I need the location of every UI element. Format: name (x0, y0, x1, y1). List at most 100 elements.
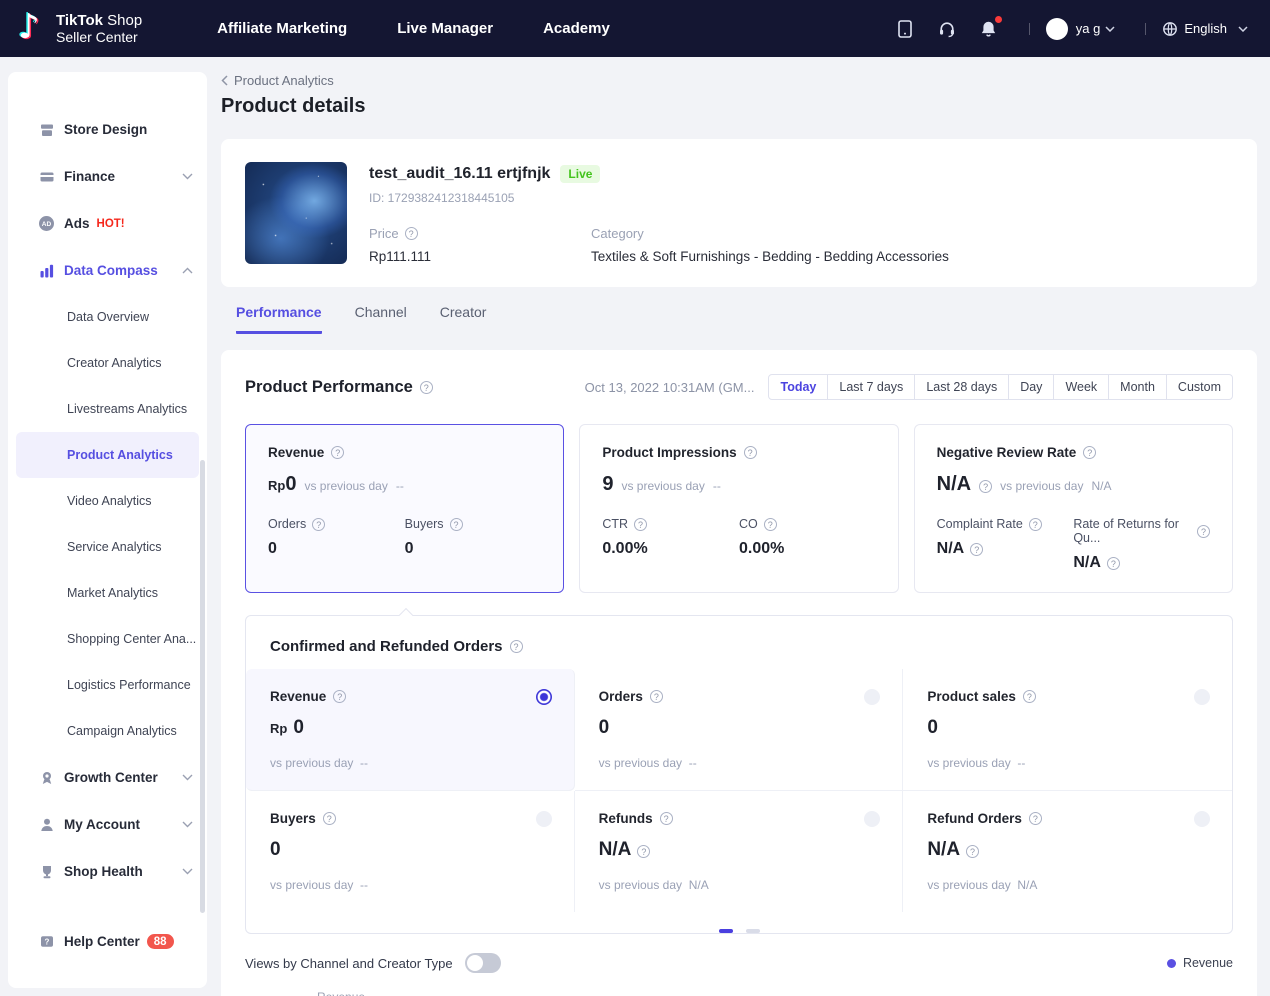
currency-prefix: Rp (268, 478, 285, 493)
question-circle-icon[interactable] (333, 690, 346, 703)
nav-link-affiliate-marketing[interactable]: Affiliate Marketing (217, 20, 347, 37)
metric-cell-orders[interactable]: Orders 0 vs previous day -- (575, 669, 904, 791)
radio-revenue[interactable] (536, 689, 552, 705)
radio-buyers[interactable] (536, 811, 552, 827)
sub-metric-label: CO (739, 517, 758, 531)
sidebar-item-product-analytics[interactable]: Product Analytics (16, 432, 199, 478)
currency-prefix: Rp (270, 721, 287, 736)
question-circle-icon[interactable] (323, 812, 336, 825)
question-circle-icon[interactable] (312, 518, 325, 531)
summary-card-revenue[interactable]: Revenue Rp0 vs previous day -- Orders 0 … (245, 424, 564, 593)
question-circle-icon[interactable] (1107, 557, 1120, 570)
question-circle-icon[interactable] (650, 690, 663, 703)
sidebar-item-my-account[interactable]: My Account (8, 801, 207, 848)
question-circle-icon[interactable] (450, 518, 463, 531)
pagination-dot[interactable] (746, 929, 760, 933)
metric-cell-buyers[interactable]: Buyers 0 vs previous day -- (246, 791, 575, 912)
breadcrumb[interactable]: Product Analytics (221, 73, 334, 88)
question-circle-icon[interactable] (510, 640, 523, 653)
mobile-app-icon[interactable] (895, 19, 915, 39)
notifications-bell-icon[interactable] (979, 19, 999, 39)
question-circle-icon[interactable] (970, 543, 983, 556)
question-circle-icon[interactable] (420, 381, 433, 394)
sidebar-item-market-analytics[interactable]: Market Analytics (16, 570, 199, 616)
product-image[interactable] (245, 162, 347, 264)
nav-link-live-manager[interactable]: Live Manager (397, 20, 493, 37)
compare-value: -- (360, 878, 368, 892)
question-circle-icon[interactable] (331, 446, 344, 459)
views-toggle-switch[interactable] (465, 953, 501, 973)
range-month-button[interactable]: Month (1108, 375, 1166, 399)
question-circle-icon[interactable] (1197, 525, 1210, 538)
question-circle-icon[interactable] (1029, 812, 1042, 825)
sidebar-item-growth-center[interactable]: Growth Center (8, 754, 207, 801)
nav-link-academy[interactable]: Academy (543, 20, 610, 37)
range-week-button[interactable]: Week (1053, 375, 1108, 399)
sidebar-item-label: Finance (64, 169, 115, 184)
question-circle-icon[interactable] (660, 812, 673, 825)
pagination-dot-active[interactable] (719, 929, 733, 933)
data-compass-icon (38, 262, 55, 279)
views-toggle-label: Views by Channel and Creator Type (245, 956, 453, 971)
metric-cell-refund-orders[interactable]: Refund Orders N/A vs previous day N/A (903, 791, 1232, 912)
range-custom-button[interactable]: Custom (1166, 375, 1232, 399)
radio-refund-orders[interactable] (1194, 811, 1210, 827)
tiktok-shop-logo[interactable]: ♪♪♪ TikTok Shop Seller Center (18, 9, 142, 49)
summary-card-product-impressions[interactable]: Product Impressions 9 vs previous day --… (579, 424, 898, 593)
sidebar-item-campaign-analytics[interactable]: Campaign Analytics (16, 708, 199, 754)
language-selector[interactable]: English (1162, 21, 1248, 37)
summary-card-negative-review-rate[interactable]: Negative Review Rate N/A vs previous day… (914, 424, 1233, 593)
sidebar-item-shop-health[interactable]: Shop Health (8, 848, 207, 895)
user-menu[interactable]: ya g (1046, 18, 1116, 40)
range-last-28-days-button[interactable]: Last 28 days (914, 375, 1008, 399)
compare-label: vs previous day (621, 479, 704, 493)
support-headset-icon[interactable] (937, 19, 957, 39)
compare-value: N/A (1091, 479, 1111, 493)
sidebar-item-finance[interactable]: Finance (8, 153, 207, 200)
sidebar-item-ads[interactable]: AD Ads HOT! (8, 200, 207, 247)
sidebar-item-help-center[interactable]: ? Help Center 88 (8, 918, 207, 965)
question-circle-icon[interactable] (764, 518, 777, 531)
tab-performance[interactable]: Performance (236, 304, 322, 334)
language-label: English (1184, 21, 1227, 36)
question-circle-icon[interactable] (1083, 446, 1096, 459)
question-circle-icon[interactable] (637, 845, 650, 858)
sidebar-item-video-analytics[interactable]: Video Analytics (16, 478, 199, 524)
help-count-badge: 88 (147, 934, 174, 949)
sidebar-item-store-design[interactable]: Store Design (8, 106, 207, 153)
question-circle-icon[interactable] (1023, 690, 1036, 703)
tab-creator[interactable]: Creator (440, 304, 487, 334)
question-circle-icon[interactable] (979, 480, 992, 493)
chevron-left-icon (221, 75, 228, 86)
compare-label: vs previous day (599, 878, 682, 892)
svg-text:AD: AD (42, 221, 52, 228)
card-title: Product Impressions (602, 445, 736, 460)
question-circle-icon[interactable] (405, 227, 418, 240)
question-circle-icon[interactable] (634, 518, 647, 531)
range-last-7-days-button[interactable]: Last 7 days (827, 375, 914, 399)
sidebar-item-creator-analytics[interactable]: Creator Analytics (16, 340, 199, 386)
question-circle-icon[interactable] (966, 845, 979, 858)
compare-label: vs previous day (304, 479, 387, 493)
range-today-button[interactable]: Today (769, 375, 827, 399)
question-circle-icon[interactable] (1029, 518, 1042, 531)
question-circle-icon[interactable] (744, 446, 757, 459)
globe-icon (1162, 21, 1178, 37)
metric-cell-refunds[interactable]: Refunds N/A vs previous day N/A (575, 791, 904, 912)
metric-cell-product-sales[interactable]: Product sales 0 vs previous day -- (903, 669, 1232, 791)
metric-cell-revenue[interactable]: Revenue Rp0 vs previous day -- (246, 669, 575, 791)
sidebar-scrollbar[interactable] (200, 460, 205, 913)
sidebar-item-data-compass[interactable]: Data Compass (8, 247, 207, 294)
radio-product-sales[interactable] (1194, 689, 1210, 705)
date-range-selector: Today Last 7 days Last 28 days Day Week … (768, 374, 1233, 400)
sidebar-item-livestreams-analytics[interactable]: Livestreams Analytics (16, 386, 199, 432)
range-day-button[interactable]: Day (1008, 375, 1053, 399)
finance-card-icon (38, 168, 55, 185)
sidebar-item-logistics-performance[interactable]: Logistics Performance (16, 662, 199, 708)
hot-badge: HOT! (97, 218, 125, 230)
sidebar-item-shopping-center-analytics[interactable]: Shopping Center Ana... (16, 616, 199, 662)
price-value: Rp111.111 (369, 249, 591, 264)
sidebar-item-service-analytics[interactable]: Service Analytics (16, 524, 199, 570)
sidebar-item-data-overview[interactable]: Data Overview (16, 294, 199, 340)
tab-channel[interactable]: Channel (355, 304, 407, 334)
